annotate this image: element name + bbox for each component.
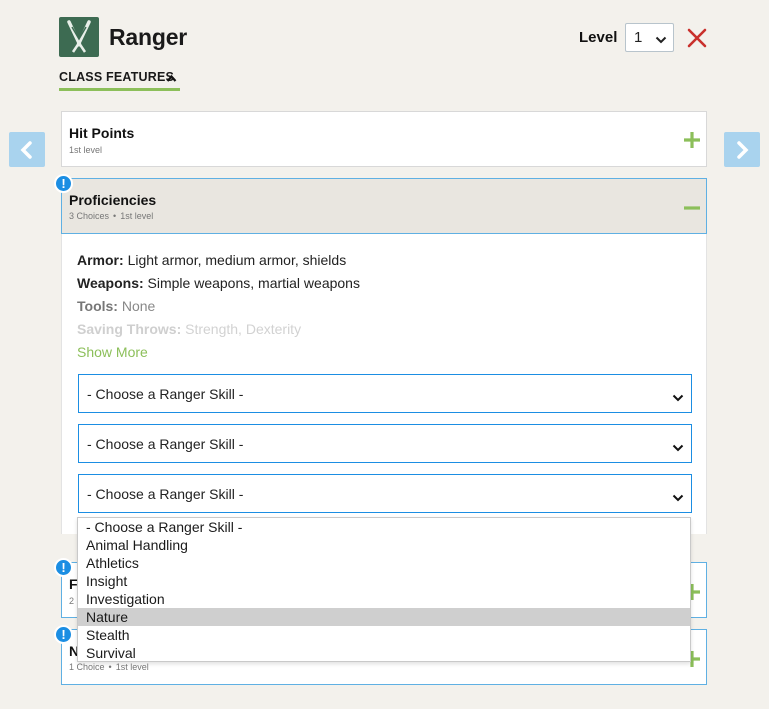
dropdown-option[interactable]: Insight [78,572,690,590]
feature-subtitle: 1st level [69,145,103,155]
skill-dropdown-list[interactable]: - Choose a Ranger Skill - Animal Handlin… [77,517,691,662]
chevron-left-icon [20,140,32,159]
exclamation-icon: ! [54,174,73,193]
saving-throws-value: Strength, Dexterity [185,321,302,337]
tools-label: Tools: [77,298,118,314]
minus-icon[interactable] [683,199,701,217]
skill-select-2[interactable]: - Choose a Ranger Skill - [78,424,692,463]
dropdown-option[interactable]: Athletics [78,554,690,572]
chevron-up-icon [166,72,177,86]
dropdown-option[interactable]: Survival [78,644,690,662]
proficiencies-body: Armor: Light armor, medium armor, shield… [61,234,707,534]
chevron-down-icon [655,32,667,49]
saving-throws-label: Saving Throws: [77,321,182,337]
previous-button[interactable] [9,132,45,167]
close-icon[interactable] [687,28,707,48]
skill-select-1[interactable]: - Choose a Ranger Skill - [78,374,692,413]
class-name: Ranger [109,24,188,50]
weapons-line: Weapons: Simple weapons, martial weapons [77,275,360,291]
feature-choices: 2 [69,596,75,606]
feature-level: 1st level [115,662,149,672]
dropdown-option[interactable]: - Choose a Ranger Skill - [78,518,690,536]
feature-title: Proficiencies [69,192,157,208]
feature-title: Hit Points [69,125,135,141]
feature-header: Hit Points 1st level [62,112,706,166]
chevron-down-icon [672,440,684,456]
weapons-label: Weapons: [77,275,144,291]
feature-hit-points[interactable]: Hit Points 1st level [61,111,707,167]
skill-select-value: - Choose a Ranger Skill - [87,486,244,502]
level-label: Level [579,29,618,46]
next-button[interactable] [724,132,760,167]
dropdown-option[interactable]: Stealth [78,626,690,644]
saving-throws-line: Saving Throws: Strength, Dexterity [77,321,301,337]
skill-select-value: - Choose a Ranger Skill - [87,386,244,402]
exclamation-icon: ! [54,558,73,577]
dropdown-option[interactable]: Investigation [78,590,690,608]
armor-line: Armor: Light armor, medium armor, shield… [77,252,346,268]
skill-select-value: - Choose a Ranger Skill - [87,436,244,452]
exclamation-icon: ! [54,625,73,644]
armor-value: Light armor, medium armor, shields [127,252,347,268]
level-value: 1 [634,29,643,46]
character-builder-page: Ranger Level 1 CLASS FEATURES Hit Points… [0,0,769,709]
feature-subtitle: 1 Choice • 1st level [69,662,149,672]
weapons-value: Simple weapons, martial weapons [147,275,360,291]
chevron-right-icon [737,140,749,159]
level-select[interactable]: 1 [625,23,674,52]
feature-subtitle: 3 Choices • 1st level [69,211,154,221]
plus-icon[interactable] [683,131,701,149]
tab-class-features[interactable]: CLASS FEATURES [59,70,180,91]
armor-label: Armor: [77,252,124,268]
dropdown-option[interactable]: Animal Handling [78,536,690,554]
tools-line: Tools: None [77,298,155,314]
ranger-class-icon [59,17,99,57]
feature-choices: 3 Choices [69,211,110,221]
chevron-down-icon [672,390,684,406]
feature-choices: 1 Choice [69,662,105,672]
tools-value: None [121,298,156,314]
skill-select-3[interactable]: - Choose a Ranger Skill - [78,474,692,513]
chevron-down-icon [672,490,684,506]
tab-class-features-label: CLASS FEATURES [59,70,175,84]
show-more-link[interactable]: Show More [77,344,148,360]
feature-level: 1st level [120,211,154,221]
dropdown-option-highlighted[interactable]: Nature [78,608,690,626]
feature-proficiencies[interactable]: Proficiencies 3 Choices • 1st level [61,178,707,234]
